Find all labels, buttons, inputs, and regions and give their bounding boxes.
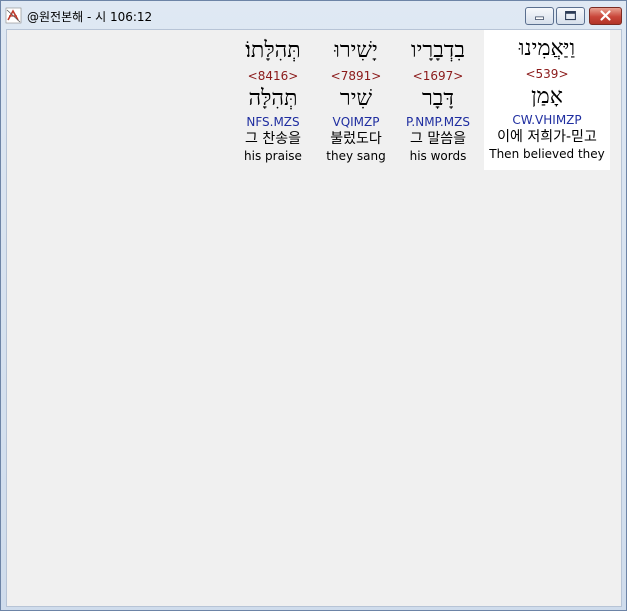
- strong-number[interactable]: <539>: [484, 66, 610, 82]
- word-column-2[interactable]: בִדְבָרָיו <1697> דָּבָר P.NMP.MZS 그 말씀을…: [398, 32, 478, 164]
- app-icon: [5, 7, 22, 24]
- strong-number[interactable]: <1697>: [398, 68, 478, 84]
- korean-gloss: 이에 저희가-믿고: [497, 129, 597, 145]
- minimize-button[interactable]: [525, 7, 554, 25]
- hebrew-lemma: שִׁיר: [339, 86, 373, 111]
- close-icon: [600, 10, 611, 21]
- hebrew-word: תְּהִלָּתוֹ׃: [245, 38, 301, 63]
- hebrew-lemma: תְּהִלָּה: [248, 86, 298, 111]
- english-gloss: his praise: [244, 149, 302, 163]
- strong-number[interactable]: <8416>: [233, 68, 313, 84]
- app-window: @원전본해 - 시 106:12 וַיַּאֲמִינוּ <539> אָמ…: [0, 0, 627, 611]
- korean-gloss: 그 말씀을: [410, 131, 466, 147]
- window-title: @원전본해 - 시 106:12: [27, 10, 153, 24]
- hebrew-lemma: אָמַן: [531, 84, 563, 109]
- title-bar[interactable]: @원전본해 - 시 106:12: [1, 1, 626, 29]
- interlinear-panel: וַיַּאֲמִינוּ <539> אָמַן CW.VHIMZP 이에 저…: [6, 29, 622, 607]
- parsing-code: CW.VHIMZP: [512, 113, 582, 127]
- word-column-3[interactable]: יָשִׁירוּ <7891> שִׁיר VQIMZP 불렀도다 they …: [316, 32, 396, 164]
- korean-gloss: 불렀도다: [330, 131, 382, 147]
- word-column-1[interactable]: וַיַּאֲמִינוּ <539> אָמַן CW.VHIMZP 이에 저…: [484, 30, 610, 170]
- hebrew-lemma: דָּבָר: [422, 86, 454, 111]
- word-column-4[interactable]: תְּהִלָּתוֹ׃ <8416> תְּהִלָּה NFS.MZS 그 …: [233, 32, 313, 164]
- english-gloss: they sang: [326, 149, 386, 163]
- minimize-icon: [535, 16, 544, 20]
- maximize-icon: [565, 11, 576, 21]
- hebrew-word: יָשִׁירוּ: [334, 38, 378, 63]
- close-button[interactable]: [589, 7, 622, 25]
- korean-gloss: 그 찬송을: [245, 131, 301, 147]
- english-gloss: his words: [409, 149, 467, 163]
- parsing-code: VQIMZP: [332, 115, 380, 129]
- hebrew-word: וַיַּאֲמִינוּ: [518, 36, 576, 61]
- hebrew-word: בִדְבָרָיו: [411, 38, 465, 63]
- parsing-code: P.NMP.MZS: [406, 115, 470, 129]
- maximize-button[interactable]: [556, 7, 585, 25]
- english-gloss: Then believed they: [489, 147, 605, 161]
- parsing-code: NFS.MZS: [246, 115, 300, 129]
- strong-number[interactable]: <7891>: [316, 68, 396, 84]
